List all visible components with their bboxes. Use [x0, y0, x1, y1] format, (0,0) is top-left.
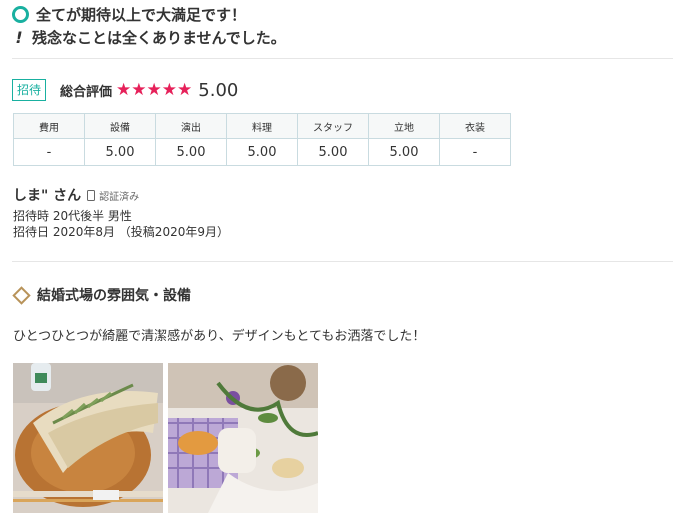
score-header: 費用	[13, 113, 85, 139]
score-header: 料理	[226, 113, 298, 139]
headline-good: 全てが期待以上で大満足です！	[12, 4, 246, 25]
invite-badge: 招待	[12, 79, 47, 101]
photo-table-decor-image	[168, 363, 318, 513]
section-title: 結婚式場の雰囲気・設備	[12, 285, 191, 305]
headline-bad-text: 残念なことは全くありませんでした。	[32, 29, 286, 47]
score-value: 5.00	[226, 138, 298, 166]
section-body: ひとつひとつが綺麗で清潔感があり、デザインもとてもお洒落でした！	[13, 329, 426, 344]
diamond-icon	[12, 285, 31, 305]
reviewer-dates: 招待日 2020年8月 （投稿2020年9月）	[13, 225, 229, 239]
circle-icon	[12, 6, 29, 23]
score-header: スタッフ	[297, 113, 369, 139]
score-header: 演出	[155, 113, 227, 139]
phone-icon	[87, 189, 96, 201]
score-header-row: 費用 設備 演出 料理 スタッフ 立地 衣装	[13, 113, 511, 139]
star-icon: ★	[161, 80, 178, 100]
score-value: 5.00	[368, 138, 440, 166]
star-icon: ★	[177, 80, 193, 100]
reviewer-demographics: 招待時 20代後半 男性	[13, 209, 132, 223]
score-header: 立地	[368, 113, 440, 139]
score-value: 5.00	[297, 138, 369, 166]
headline-good-text: 全てが期待以上で大満足です！	[36, 6, 247, 24]
headline-bad: ! 残念なことは全くありませんでした。	[12, 27, 286, 48]
star-icon: ★	[146, 80, 162, 100]
divider	[12, 261, 673, 262]
reviewer-info: しま" さん 認証済み 招待時 20代後半 男性 招待日 2020年8月 （投稿…	[13, 185, 229, 240]
score-value: 5.00	[84, 138, 156, 166]
score-header: 衣装	[439, 113, 511, 139]
verified-label: 認証済み	[99, 191, 140, 203]
reviewer-name-row: しま" さん 認証済み	[13, 185, 229, 205]
star-icon: ★	[131, 80, 147, 100]
score-table: 費用 設備 演出 料理 スタッフ 立地 衣装 - 5.00 5.00 5.00 …	[13, 113, 511, 166]
photo-table-setting[interactable]	[13, 363, 163, 513]
star-icon: ★	[116, 80, 132, 100]
score-value-row: - 5.00 5.00 5.00 5.00 5.00 -	[13, 138, 511, 166]
divider	[12, 58, 673, 59]
reviewer-name[interactable]: しま" さん	[13, 185, 81, 205]
section-title-text: 結婚式場の雰囲気・設備	[37, 288, 191, 304]
rating-row: 招待 総合評価 ★ ★ ★ ★ ★ 5.00	[12, 79, 238, 101]
exclamation-icon: !	[15, 28, 23, 47]
score-value: -	[13, 138, 85, 166]
star-rating: ★ ★ ★ ★ ★	[116, 81, 192, 99]
score-value: -	[439, 138, 511, 166]
overall-score: 5.00	[198, 79, 239, 101]
photo-table-setting-image	[13, 363, 163, 513]
score-header: 設備	[84, 113, 156, 139]
photo-table-decor[interactable]	[168, 363, 318, 513]
overall-label: 総合評価	[60, 84, 113, 100]
score-value: 5.00	[155, 138, 227, 166]
